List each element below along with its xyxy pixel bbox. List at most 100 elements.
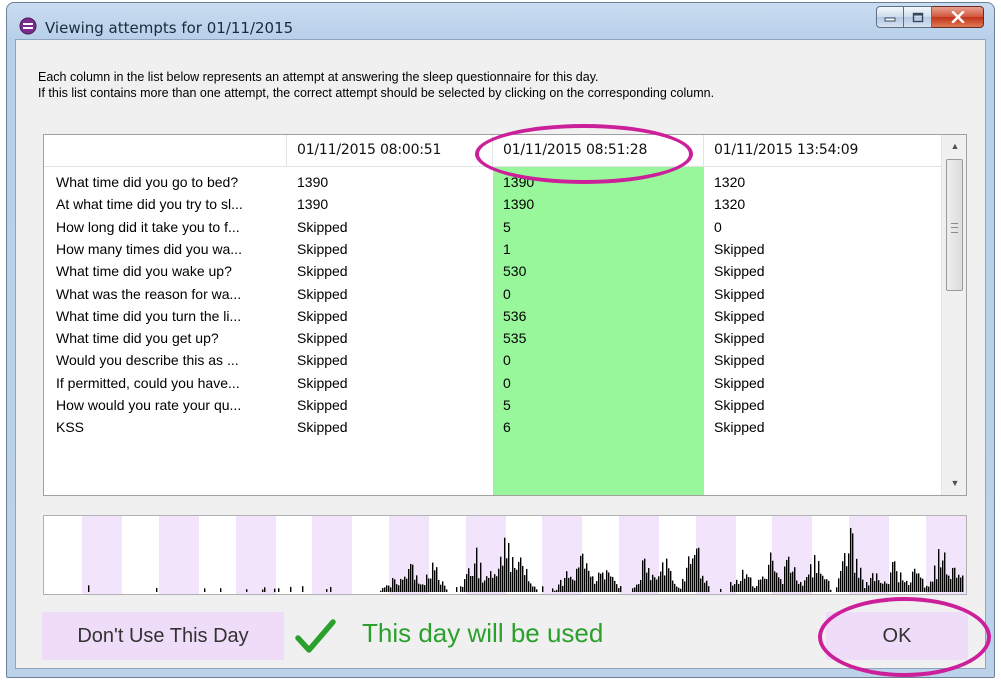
- answer-cell[interactable]: 0: [503, 349, 693, 371]
- header-attempt-1[interactable]: 01/11/2015 08:00:51: [287, 135, 493, 166]
- activity-bar: [826, 579, 828, 592]
- answer-cell[interactable]: 0: [503, 283, 693, 305]
- activity-bar: [730, 582, 732, 592]
- activity-bar: [578, 567, 580, 592]
- answer-cell[interactable]: 5: [503, 394, 693, 416]
- activity-bar: [768, 564, 770, 592]
- answer-cell[interactable]: 535: [503, 327, 693, 349]
- answer-cell[interactable]: 530: [503, 260, 693, 282]
- activity-bar: [906, 580, 908, 592]
- table-row[interactable]: How would you rate your qu... Skipped 5 Ski…: [44, 394, 941, 416]
- answer-cell[interactable]: Skipped: [297, 305, 487, 327]
- table-row[interactable]: How long did it take you to f... Skipped 5…: [44, 216, 941, 238]
- activity-bar: [948, 575, 950, 592]
- answer-cell[interactable]: Skipped: [714, 238, 914, 260]
- activity-bar: [464, 579, 466, 592]
- activity-bar: [814, 555, 816, 592]
- answer-cell[interactable]: 5: [503, 216, 693, 238]
- activity-bar: [424, 585, 426, 592]
- table-row[interactable]: If permitted, could you have... Skipped 0 S…: [44, 372, 941, 394]
- activity-bar: [662, 562, 664, 592]
- activity-bar: [444, 585, 446, 592]
- activity-bar: [760, 579, 762, 592]
- table-row[interactable]: What was the reason for wa... Skipped 0 Ski…: [44, 283, 941, 305]
- activity-bar: [398, 585, 400, 592]
- activity-bar: [808, 574, 810, 592]
- answer-cell[interactable]: 1390: [297, 171, 487, 193]
- answer-cell[interactable]: 6: [503, 416, 693, 438]
- answer-cell[interactable]: Skipped: [714, 372, 914, 394]
- maximize-button[interactable]: [904, 6, 932, 28]
- ok-button[interactable]: OK: [826, 612, 968, 660]
- answer-cell[interactable]: Skipped: [714, 305, 914, 327]
- table-row[interactable]: KSS Skipped 6 Skipped: [44, 416, 941, 438]
- answer-cell[interactable]: Skipped: [297, 260, 487, 282]
- header-attempt-2[interactable]: 01/11/2015 08:51:28: [493, 135, 704, 166]
- activity-bar: [462, 587, 464, 592]
- activity-bar: [570, 576, 572, 592]
- table-row[interactable]: At what time did you try to sl... 1390 139…: [44, 193, 941, 215]
- answer-cell[interactable]: Skipped: [297, 416, 487, 438]
- answer-cell[interactable]: 1390: [503, 193, 693, 215]
- activity-bar: [528, 581, 530, 592]
- activity-bar: [432, 562, 434, 592]
- answer-cell[interactable]: 1390: [297, 193, 487, 215]
- activity-bar: [634, 587, 636, 592]
- answer-cell[interactable]: Skipped: [714, 416, 914, 438]
- table-row[interactable]: What time did you go to bed? 1390 1390 1320: [44, 171, 941, 193]
- activity-bar: [592, 576, 594, 592]
- activity-bar: [652, 574, 654, 592]
- activity-bar: [848, 553, 850, 592]
- answer-cell[interactable]: Skipped: [297, 349, 487, 371]
- dont-use-day-button[interactable]: Don't Use This Day: [42, 612, 284, 660]
- question-cell: Would you describe this as ...: [56, 352, 239, 369]
- answer-cell[interactable]: Skipped: [297, 372, 487, 394]
- answer-cell[interactable]: 1390: [503, 171, 693, 193]
- activity-bar: [852, 533, 854, 592]
- vertical-scrollbar[interactable]: ▲ ▼: [941, 135, 966, 495]
- scroll-up-arrow-icon[interactable]: ▲: [942, 135, 966, 157]
- title-bar[interactable]: Viewing attempts for 01/11/2015: [7, 3, 994, 39]
- scroll-down-arrow-icon[interactable]: ▼: [942, 472, 966, 494]
- activity-bar: [290, 586, 292, 592]
- table-row[interactable]: What time did you get up? Skipped 535 Skipp…: [44, 327, 941, 349]
- answer-cell[interactable]: Skipped: [297, 238, 487, 260]
- activity-bar: [410, 563, 412, 592]
- answer-cell[interactable]: 0: [714, 216, 914, 238]
- answer-cell[interactable]: Skipped: [297, 394, 487, 416]
- activity-bar: [646, 572, 648, 592]
- answer-cell[interactable]: Skipped: [714, 394, 914, 416]
- answer-cell[interactable]: Skipped: [297, 283, 487, 305]
- table-row[interactable]: What time did you wake up? Skipped 530 Skip…: [44, 260, 941, 282]
- answer-cell[interactable]: 1: [503, 238, 693, 260]
- table-row[interactable]: What time did you turn the li... Skipped 5…: [44, 305, 941, 327]
- activity-bar: [754, 587, 756, 592]
- activity-bar: [720, 588, 722, 592]
- activity-bar: [690, 563, 692, 592]
- answer-cell[interactable]: Skipped: [714, 349, 914, 371]
- instruction-line-2: If this list contains more than one atte…: [38, 86, 715, 100]
- activity-bar: [870, 578, 872, 592]
- answer-cell[interactable]: Skipped: [714, 283, 914, 305]
- instructions: Each column in the list below represents…: [38, 69, 714, 101]
- answer-cell[interactable]: 1320: [714, 171, 914, 193]
- answer-cell[interactable]: 1320: [714, 193, 914, 215]
- table-row[interactable]: Would you describe this as ... Skipped 0 Sk…: [44, 349, 941, 371]
- activity-bar: [782, 583, 784, 592]
- app-icon: [19, 17, 37, 35]
- header-attempt-3[interactable]: 01/11/2015 13:54:09: [704, 135, 941, 166]
- activity-bar: [836, 587, 838, 592]
- scroll-thumb[interactable]: [946, 159, 963, 291]
- attempts-grid[interactable]: 01/11/2015 08:00:51 01/11/2015 08:51:28 …: [43, 134, 967, 496]
- minimize-button[interactable]: [876, 6, 904, 28]
- activity-bar: [554, 590, 556, 592]
- close-button[interactable]: [932, 6, 984, 28]
- answer-cell[interactable]: Skipped: [297, 327, 487, 349]
- answer-cell[interactable]: 0: [503, 372, 693, 394]
- activity-bar: [386, 585, 388, 592]
- answer-cell[interactable]: Skipped: [297, 216, 487, 238]
- table-row[interactable]: How many times did you wa... Skipped 1 Skip…: [44, 238, 941, 260]
- answer-cell[interactable]: Skipped: [714, 327, 914, 349]
- answer-cell[interactable]: 536: [503, 305, 693, 327]
- answer-cell[interactable]: Skipped: [714, 260, 914, 282]
